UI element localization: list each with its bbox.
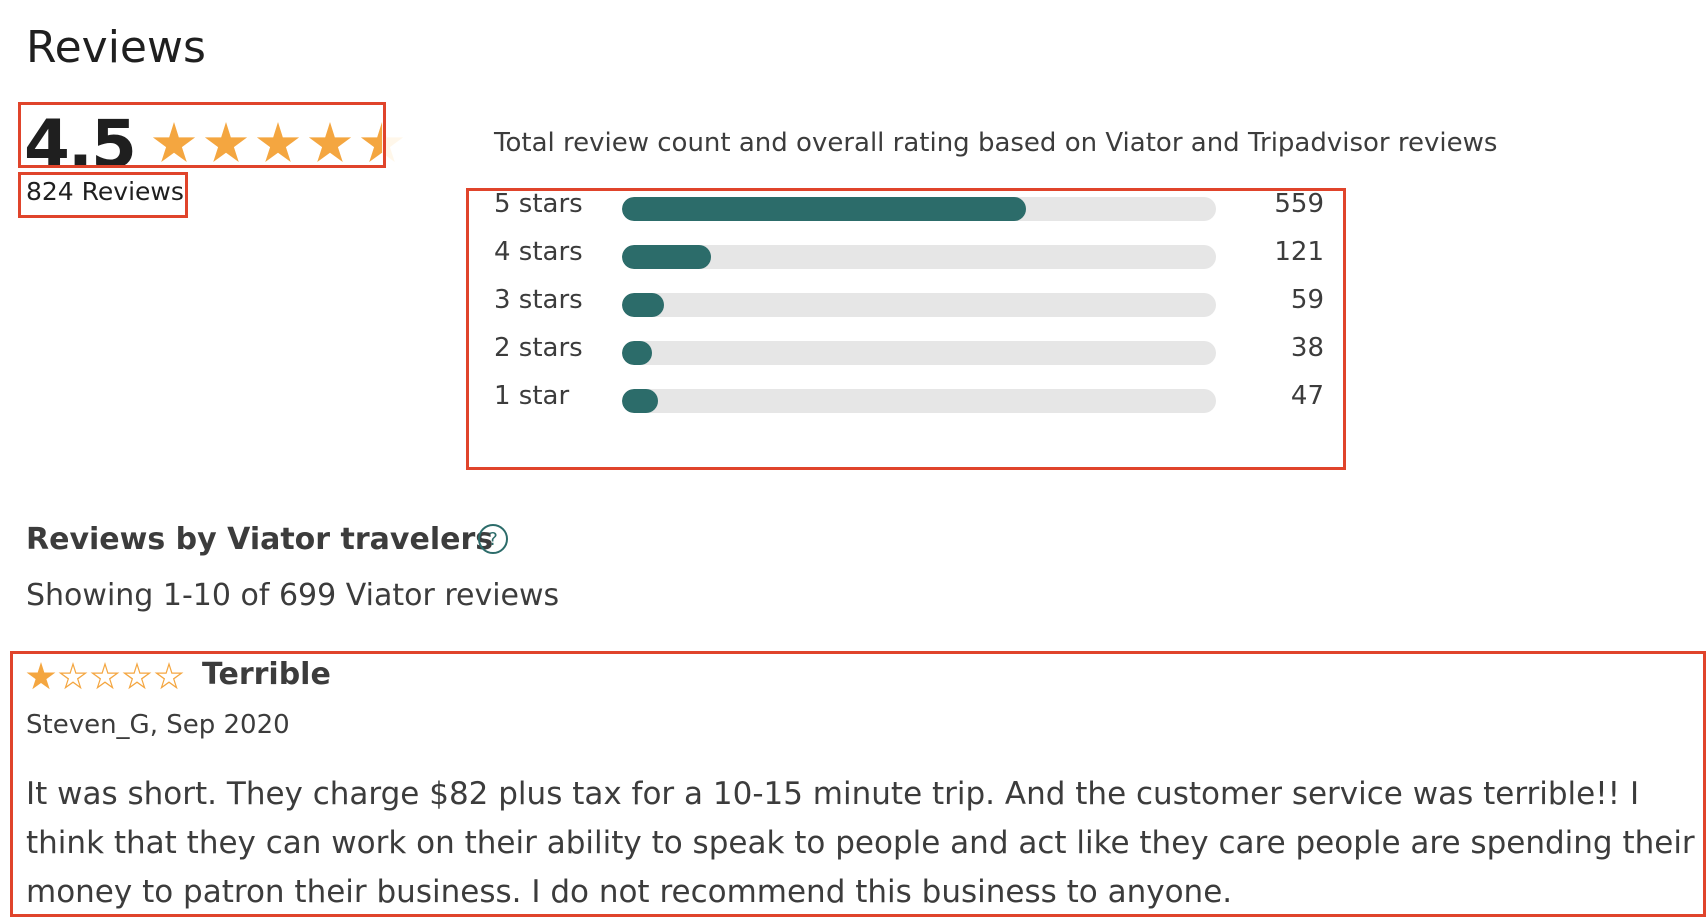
highlight-box	[466, 188, 1346, 470]
rating-note: Total review count and overall rating ba…	[494, 128, 1498, 158]
highlight-box	[18, 102, 386, 168]
question-circle-icon[interactable]: ?	[478, 524, 508, 554]
highlight-box	[18, 172, 188, 218]
section-title: Reviews	[26, 22, 206, 73]
highlight-box	[10, 651, 1706, 917]
showing-count: Showing 1-10 of 699 Viator reviews	[26, 578, 560, 613]
travelers-reviews-title: Reviews by Viator travelers	[26, 522, 494, 557]
